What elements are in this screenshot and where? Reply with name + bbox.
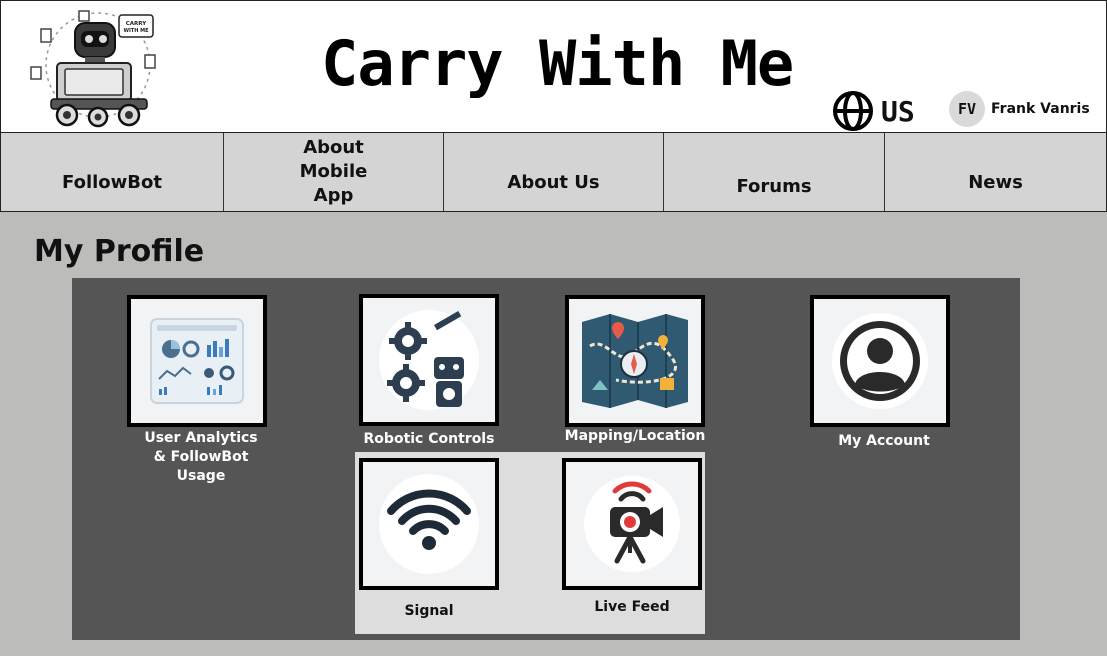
globe-icon [833, 91, 873, 131]
site-title: Carry With Me [321, 27, 794, 100]
tile-label-user-analytics: User Analytics & FollowBot Usage [144, 430, 258, 484]
account-icon [832, 313, 928, 409]
svg-text:WITH ME: WITH ME [123, 28, 149, 34]
map-icon [582, 314, 688, 408]
profile-panel: User Analytics & FollowBot Usage Robotic… [72, 278, 1020, 640]
nav-item-about-mobile-app[interactable]: About Mobile App [224, 133, 444, 211]
nav-item-about-us[interactable]: About Us [444, 133, 664, 211]
robot-logo[interactable]: CARRY WITH ME [23, 7, 173, 129]
tile-robotic-controls[interactable] [359, 294, 499, 426]
signal-icon [379, 474, 479, 574]
tile-label-signal: Signal [404, 603, 454, 619]
robot-gears-icon [379, 310, 479, 410]
user-name: Frank Vanris [991, 101, 1090, 117]
tile-live-feed[interactable] [562, 458, 702, 590]
tile-my-account[interactable] [810, 295, 950, 427]
site-header: CARRY WITH ME Carry With Me US FV Frank … [0, 0, 1107, 133]
tile-label-my-account: My Account [838, 433, 930, 449]
tile-label-live-feed: Live Feed [594, 599, 670, 615]
tile-user-analytics[interactable] [127, 295, 267, 427]
tile-label-robotic-controls: Robotic Controls [363, 431, 495, 447]
nav-item-news[interactable]: News [885, 133, 1106, 211]
tile-mapping-location[interactable] [565, 295, 705, 427]
nav-item-followbot[interactable]: FollowBot [1, 133, 224, 211]
svg-text:CARRY: CARRY [126, 21, 147, 27]
user-avatar[interactable]: FV [949, 91, 985, 127]
user-menu[interactable]: FV Frank Vanris [949, 91, 1090, 127]
camera-icon [584, 476, 680, 572]
main-content: My Profile User Analytics & FollowBot Us… [0, 212, 1107, 656]
language-label: US [881, 94, 915, 128]
main-nav: FollowBot About Mobile App About Us Foru… [0, 132, 1107, 212]
language-selector[interactable]: US [831, 89, 915, 133]
tile-signal[interactable] [359, 458, 499, 590]
page-title: My Profile [34, 234, 205, 269]
tile-label-mapping-location: Mapping/Location [564, 428, 706, 444]
nav-item-forums[interactable]: Forums [664, 133, 885, 211]
analytics-dashboard-icon [150, 318, 244, 404]
